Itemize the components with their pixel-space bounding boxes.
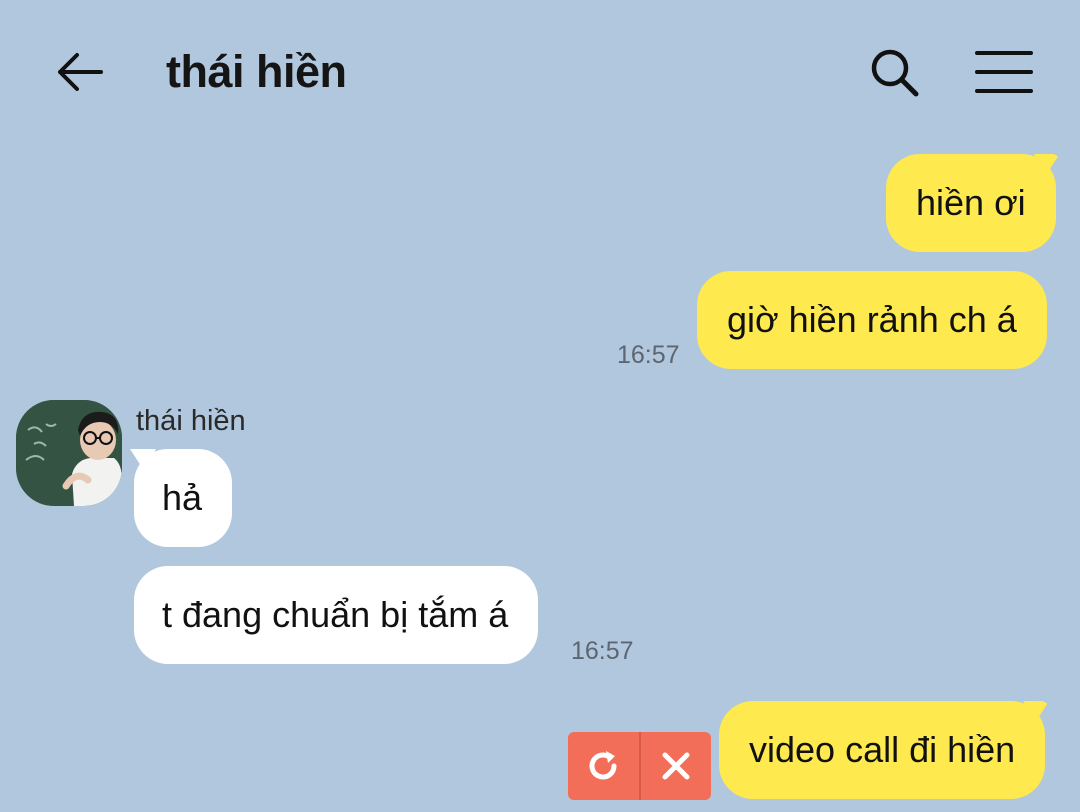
- failed-message-actions: [568, 732, 711, 800]
- message-text: video call đi hiền: [749, 729, 1016, 770]
- retry-icon: [589, 751, 617, 780]
- message-timestamp: 16:57: [571, 637, 634, 665]
- close-icon: [662, 752, 690, 780]
- chat-header: thái hiền: [0, 0, 1080, 140]
- chat-title: thái hiền: [166, 46, 347, 97]
- outgoing-message[interactable]: giờ hiền rảnh ch á: [697, 271, 1047, 369]
- menu-button[interactable]: [970, 42, 1038, 102]
- message-text: hả: [162, 477, 203, 518]
- outgoing-message[interactable]: video call đi hiền: [719, 701, 1046, 799]
- hamburger-menu-icon: [975, 51, 1033, 93]
- message-timestamp: 16:57: [617, 341, 680, 369]
- arrow-left-icon: [58, 53, 103, 91]
- message-text: giờ hiền rảnh ch á: [727, 299, 1017, 340]
- incoming-message[interactable]: t đang chuẩn bị tắm á: [134, 566, 539, 664]
- retry-button[interactable]: [568, 732, 639, 800]
- avatar[interactable]: [16, 400, 122, 506]
- sender-name: thái hiền: [136, 405, 246, 437]
- incoming-message[interactable]: hả: [134, 449, 233, 547]
- search-icon: [871, 49, 919, 97]
- delete-button[interactable]: [641, 732, 712, 800]
- message-text: t đang chuẩn bị tắm á: [162, 594, 509, 635]
- message-text: hiền ơi: [916, 182, 1026, 223]
- outgoing-message[interactable]: hiền ơi: [886, 154, 1056, 252]
- search-button[interactable]: [864, 42, 924, 102]
- back-button[interactable]: [50, 44, 108, 100]
